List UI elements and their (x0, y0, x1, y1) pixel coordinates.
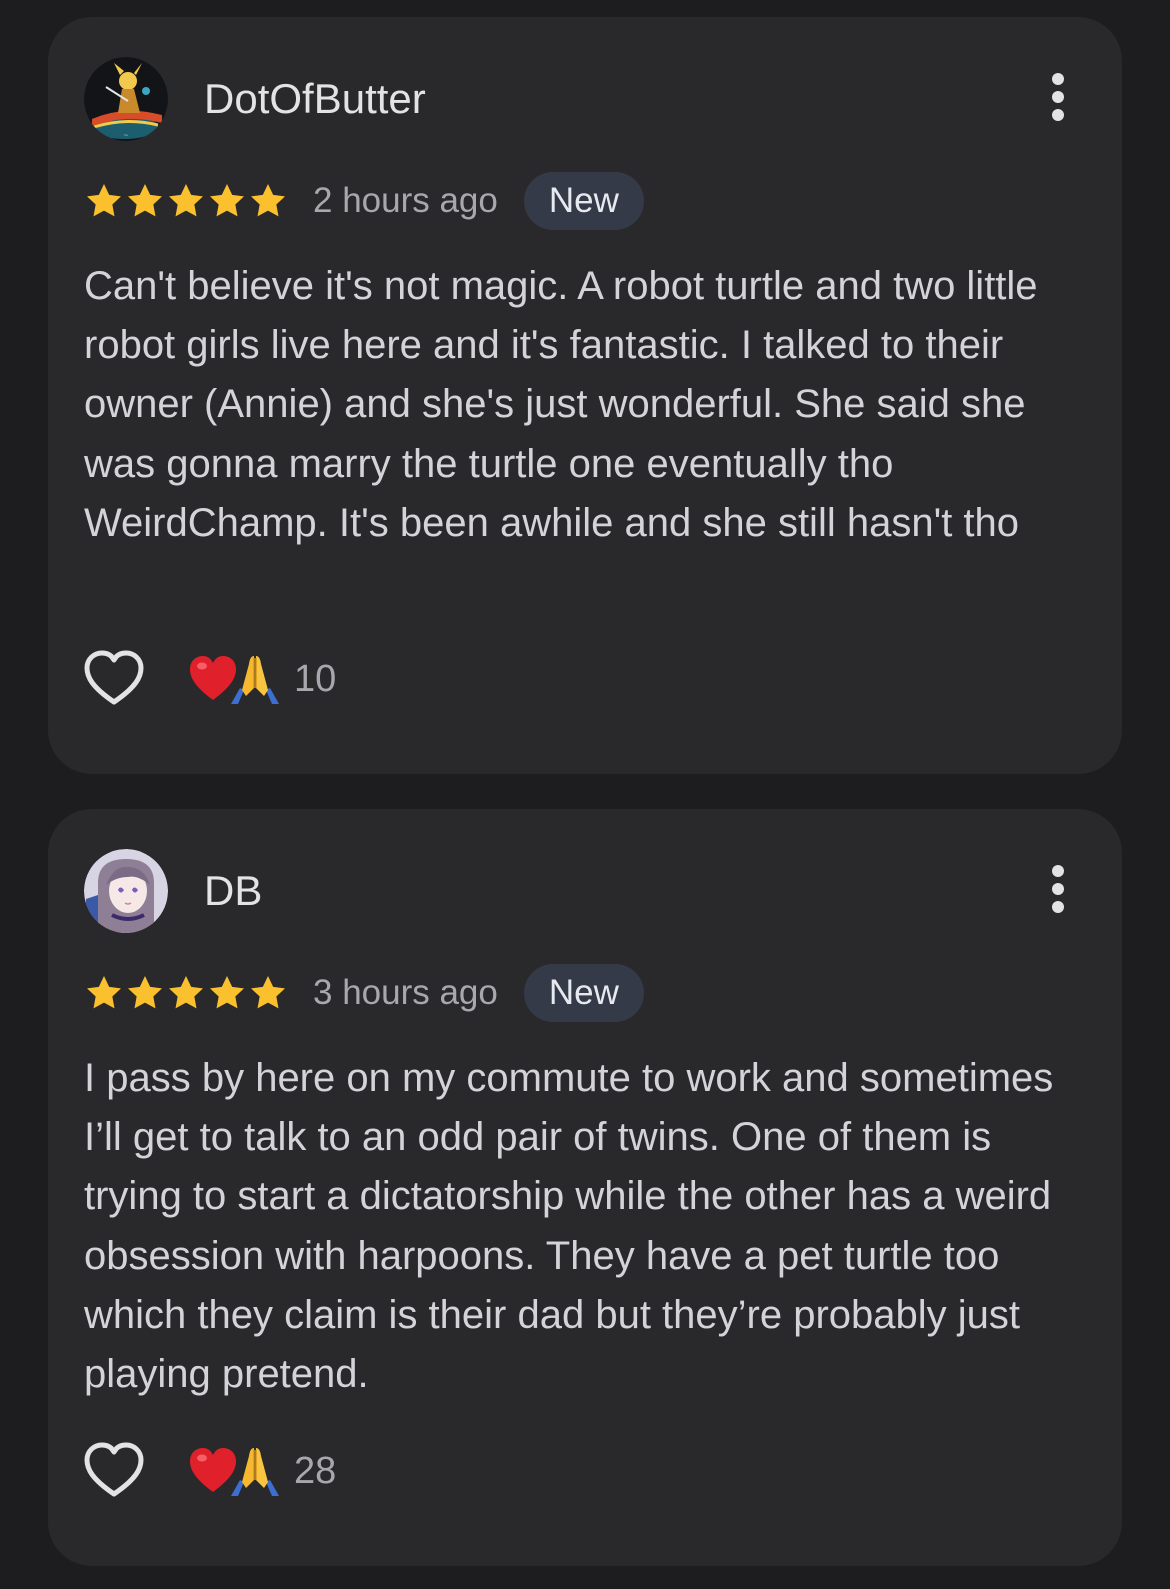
like-button[interactable] (82, 647, 146, 711)
star-icon (210, 184, 244, 217)
review-text: I pass by here on my commute to work and… (84, 1056, 1054, 1397)
heart-outline-icon (84, 1442, 144, 1497)
star-icon (87, 184, 121, 217)
reaction-count: 28 (294, 1449, 337, 1492)
avatar-image: ~ (84, 57, 168, 141)
star-icon (87, 976, 121, 1009)
reaction-row: 28 (82, 1439, 336, 1503)
star-icon (251, 976, 285, 1009)
author-avatar[interactable]: ~ (84, 57, 168, 141)
like-button[interactable] (82, 1439, 146, 1503)
new-badge: New (523, 964, 644, 1022)
review-meta: 2 hours ago New (84, 171, 644, 231)
folded-hands-icon (231, 656, 279, 704)
more-options-button[interactable] (1038, 861, 1078, 921)
star-rating (84, 181, 289, 221)
svg-text:~: ~ (123, 132, 128, 139)
more-vert-icon (1052, 865, 1064, 913)
review-meta: 3 hours ago New (84, 963, 644, 1023)
star-icon (169, 976, 203, 1009)
star-rating (84, 973, 289, 1013)
review-card: ~ DotOfButter 2 hours ago New Can't beli… (48, 17, 1122, 774)
more-vert-icon (1052, 73, 1064, 121)
star-icon (169, 184, 203, 217)
avatar-image (84, 849, 168, 933)
new-badge: New (523, 172, 644, 230)
star-icon (251, 184, 285, 217)
reaction-row: 10 (82, 647, 336, 711)
star-icon (128, 976, 162, 1009)
reactions-summary[interactable] (188, 1444, 280, 1498)
reactions-summary[interactable] (188, 652, 280, 706)
reaction-count: 10 (294, 657, 337, 700)
more-options-button[interactable] (1038, 69, 1078, 129)
star-icon (128, 184, 162, 217)
star-icon (210, 976, 244, 1009)
review-text: Can't believe it's not magic. A robot tu… (84, 264, 1038, 545)
author-avatar[interactable] (84, 849, 168, 933)
review-time: 2 hours ago (313, 181, 498, 220)
review-card: DB 3 hours ago New I pass by here on my … (48, 809, 1122, 1566)
author-name[interactable]: DotOfButter (204, 75, 426, 123)
folded-hands-icon (231, 1448, 279, 1496)
author-name[interactable]: DB (204, 867, 262, 915)
review-time: 3 hours ago (313, 973, 498, 1012)
heart-outline-icon (84, 650, 144, 705)
